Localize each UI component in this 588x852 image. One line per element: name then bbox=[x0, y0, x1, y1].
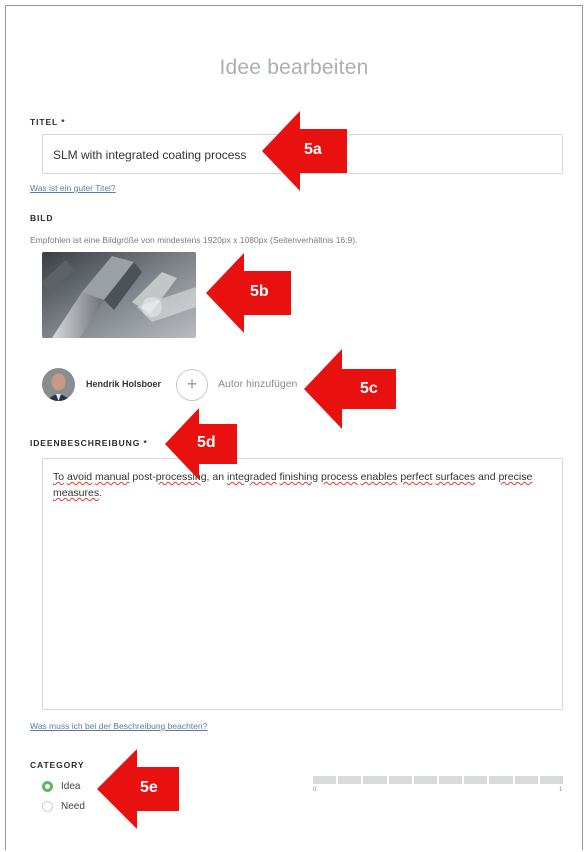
annotation-label: 5d bbox=[197, 434, 216, 451]
description-text: and bbox=[475, 471, 499, 483]
slider-segment[interactable] bbox=[539, 776, 564, 784]
annotation-arrow-5d: 5d bbox=[165, 408, 240, 485]
range-slider[interactable] bbox=[313, 776, 564, 784]
slider-segment[interactable] bbox=[363, 776, 387, 784]
category-option-label: Need bbox=[61, 801, 85, 812]
misspelled-word: measures bbox=[53, 487, 100, 499]
annotation-arrow-5e: 5e bbox=[97, 749, 182, 834]
author-name: Hendrik Holsboer bbox=[86, 379, 162, 389]
slider-segment[interactable] bbox=[514, 776, 538, 784]
title-label: TITEL * bbox=[30, 117, 66, 127]
slider-segment[interactable] bbox=[388, 776, 412, 784]
misspelled-word: finishing bbox=[279, 471, 319, 483]
radio-unselected-icon[interactable] bbox=[42, 801, 53, 812]
misspelled-word: process bbox=[320, 471, 358, 483]
description-text: post- bbox=[129, 471, 156, 483]
slider-segment[interactable] bbox=[464, 776, 488, 784]
annotation-label: 5b bbox=[250, 283, 269, 300]
idea-image[interactable] bbox=[42, 252, 196, 338]
title-help-link[interactable]: Was ist ein guter Titel? bbox=[30, 183, 116, 193]
description-label: IDEENBESCHREIBUNG * bbox=[30, 438, 148, 448]
category-option-label: Idea bbox=[61, 781, 81, 792]
slider-segment[interactable] bbox=[439, 776, 463, 784]
slider-segment[interactable] bbox=[489, 776, 513, 784]
author-avatar bbox=[42, 368, 75, 401]
description-textarea[interactable]: To avoid manual post-processing, an inte… bbox=[42, 458, 563, 710]
annotation-label: 5a bbox=[304, 141, 322, 158]
slider-segment[interactable] bbox=[313, 776, 337, 784]
misspelled-word: manual bbox=[95, 471, 130, 483]
annotation-arrow-5a: 5a bbox=[262, 111, 352, 196]
category-option-idea[interactable]: Idea bbox=[42, 781, 80, 792]
misspelled-word: perfect bbox=[400, 471, 433, 483]
image-label: BILD bbox=[30, 213, 54, 223]
misspelled-word: avoid bbox=[67, 471, 93, 483]
misspelled-word: surfaces bbox=[435, 471, 476, 483]
slider-min-label: 0 bbox=[313, 787, 317, 793]
add-author-label[interactable]: Autor hinzufügen bbox=[218, 378, 297, 390]
radio-selected-icon[interactable] bbox=[42, 781, 53, 792]
description-help-link[interactable]: Was muss ich bei der Beschreibung beacht… bbox=[30, 721, 207, 731]
category-option-need[interactable]: Need bbox=[42, 801, 85, 812]
misspelled-word: precise bbox=[498, 471, 533, 483]
page-title: Idee bearbeiten bbox=[219, 56, 369, 79]
add-author-button[interactable]: + bbox=[176, 369, 208, 401]
annotation-label: 5c bbox=[360, 380, 378, 397]
category-label: CATEGORY bbox=[30, 760, 85, 770]
misspelled-word: enables bbox=[360, 471, 398, 483]
slider-segment[interactable] bbox=[338, 776, 362, 784]
image-hint: Empfohlen ist eine Bildgröße von mindest… bbox=[30, 235, 358, 245]
description-text: . bbox=[99, 487, 103, 499]
slider-max-label: 1 bbox=[559, 787, 563, 793]
annotation-label: 5e bbox=[140, 779, 158, 796]
annotation-arrow-5b: 5b bbox=[206, 253, 296, 338]
slider-segment[interactable] bbox=[413, 776, 438, 784]
misspelled-word: To bbox=[53, 471, 65, 483]
annotation-arrow-5c: 5c bbox=[304, 349, 399, 434]
